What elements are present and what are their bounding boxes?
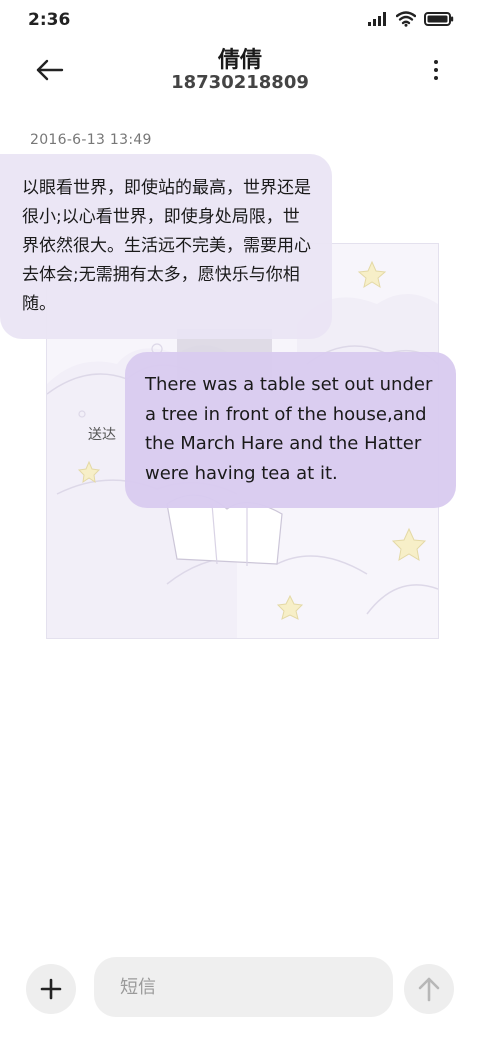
incoming-message-text: 以眼看世界，即使站的最高，世界还是很小;以心看世界，即使身处局限，世界依然很大。… bbox=[22, 178, 311, 314]
delivery-status: 送达 bbox=[88, 427, 116, 443]
more-vertical-icon-dot-3 bbox=[434, 76, 438, 80]
conversation-header: 倩倩 18730218809 bbox=[0, 40, 480, 100]
message-composer bbox=[0, 950, 480, 1030]
more-vertical-icon-dot-2 bbox=[434, 68, 438, 72]
message-input[interactable] bbox=[118, 975, 362, 999]
add-attachment-button[interactable] bbox=[26, 964, 76, 1014]
signal-icon bbox=[368, 12, 386, 26]
incoming-message-bubble[interactable]: 以眼看世界，即使站的最高，世界还是很小;以心看世界，即使身处局限，世界依然很大。… bbox=[0, 154, 332, 339]
more-options-button[interactable] bbox=[428, 54, 444, 86]
message-timestamp: 2016-6-13 13:49 bbox=[30, 132, 152, 148]
battery-icon bbox=[424, 12, 454, 26]
status-time: 2:36 bbox=[28, 10, 71, 30]
more-vertical-icon bbox=[434, 60, 438, 64]
status-bar: 2:36 bbox=[0, 0, 480, 40]
outgoing-message-text: There was a table set out under a tree i… bbox=[145, 374, 439, 484]
send-button[interactable] bbox=[404, 964, 454, 1014]
status-icons bbox=[368, 11, 454, 27]
contact-phone-number: 18730218809 bbox=[171, 72, 309, 93]
message-input-container bbox=[94, 957, 393, 1017]
outgoing-message-bubble[interactable]: There was a table set out under a tree i… bbox=[125, 352, 456, 508]
plus-icon bbox=[40, 978, 62, 1000]
contact-name: 倩倩 bbox=[217, 48, 262, 73]
wifi-icon bbox=[396, 11, 416, 27]
send-arrow-icon bbox=[418, 977, 440, 1002]
